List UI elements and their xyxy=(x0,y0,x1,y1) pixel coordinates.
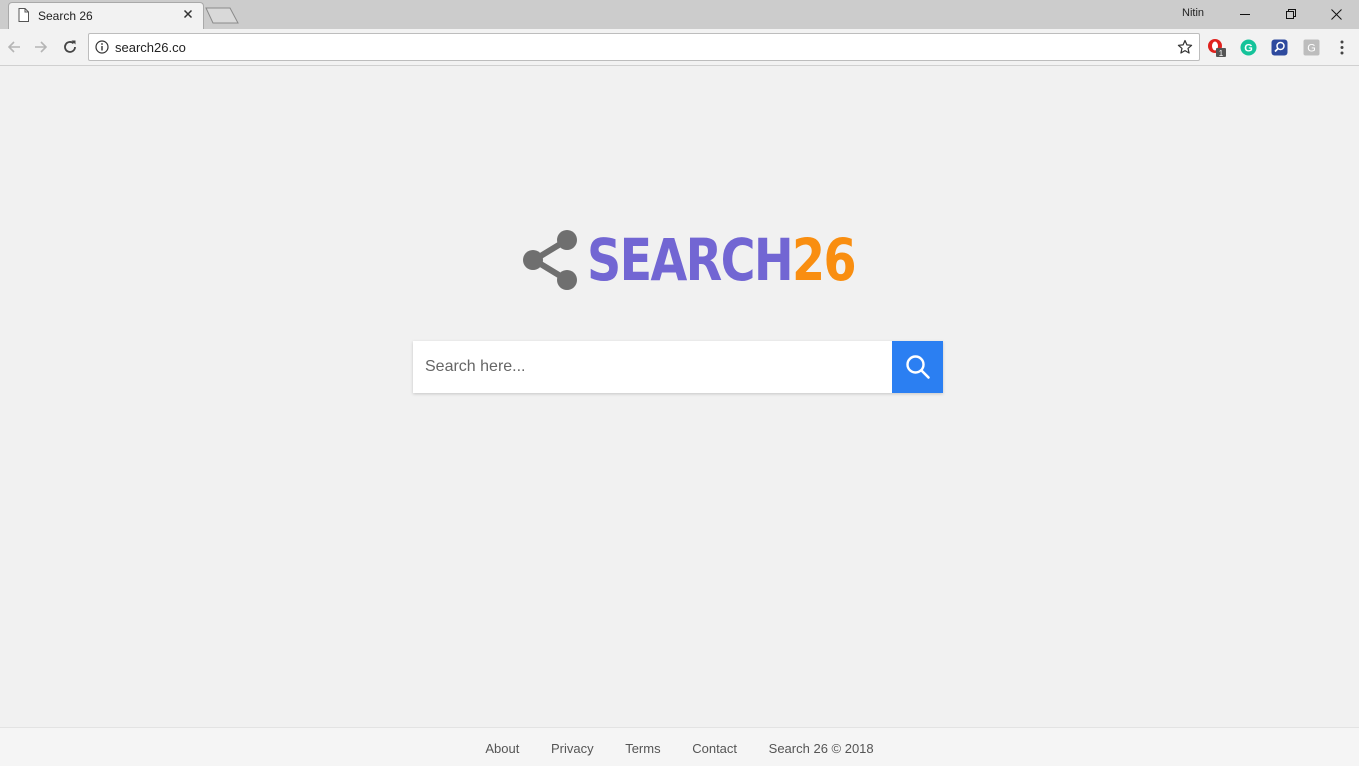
minimize-button[interactable] xyxy=(1222,0,1267,28)
search-icon xyxy=(905,355,930,379)
footer-link-privacy[interactable]: Privacy xyxy=(551,741,594,756)
forward-button[interactable] xyxy=(31,37,51,57)
reload-icon xyxy=(64,40,76,53)
site-logo: SEARCH26 xyxy=(521,224,857,296)
address-bar[interactable]: search26.co xyxy=(88,33,1200,61)
search-extension[interactable] xyxy=(1271,39,1288,56)
more-vert-icon[interactable] xyxy=(1334,39,1350,56)
close-icon[interactable] xyxy=(181,7,195,21)
footer-links: About Privacy Terms Contact Search 26 © … xyxy=(0,741,1359,756)
opera-icon: 1 xyxy=(1208,39,1226,58)
g-extension[interactable]: G xyxy=(1303,39,1320,56)
grammarly-label: G xyxy=(1244,43,1253,55)
share-icon xyxy=(523,230,577,290)
minimize-icon xyxy=(1239,14,1250,15)
search-form xyxy=(413,341,943,393)
footer-link-terms[interactable]: Terms xyxy=(625,741,660,756)
browser-tab[interactable]: Search 26 xyxy=(8,2,204,29)
arrow-left-icon xyxy=(7,41,20,53)
g-icon: G xyxy=(1303,39,1320,56)
magnifier-icon xyxy=(1271,39,1288,56)
url-text[interactable]: search26.co xyxy=(115,40,186,55)
search-button[interactable] xyxy=(892,341,943,393)
g-label: G xyxy=(1307,43,1316,55)
logo-word: SEARCH xyxy=(587,226,794,294)
grammarly-extension[interactable]: G xyxy=(1240,39,1257,56)
logo-text: SEARCH26 xyxy=(587,224,857,296)
page-icon xyxy=(18,8,29,22)
restore-icon xyxy=(1285,9,1296,19)
grammarly-icon: G xyxy=(1240,39,1257,56)
restore-button[interactable] xyxy=(1268,0,1313,28)
info-icon[interactable] xyxy=(95,40,109,54)
page-footer: About Privacy Terms Contact Search 26 © … xyxy=(0,727,1359,766)
arrow-right-icon xyxy=(35,41,48,53)
browser-toolbar: search26.co 1 G G xyxy=(0,29,1359,66)
opera-vpn-extension[interactable]: 1 xyxy=(1208,39,1226,58)
star-icon[interactable] xyxy=(1177,39,1193,55)
back-button[interactable] xyxy=(4,37,24,57)
search-input[interactable] xyxy=(413,341,892,393)
new-tab-button[interactable] xyxy=(205,7,239,24)
footer-link-about[interactable]: About xyxy=(485,741,519,756)
browser-titlebar: Search 26 Nitin xyxy=(0,0,1359,29)
footer-link-contact[interactable]: Contact xyxy=(692,741,737,756)
footer-copyright: Search 26 © 2018 xyxy=(768,741,874,756)
extension-badge: 1 xyxy=(1219,49,1224,58)
window-close-button[interactable] xyxy=(1314,0,1359,28)
logo-number: 26 xyxy=(792,226,857,294)
tab-title: Search 26 xyxy=(38,9,93,23)
close-icon xyxy=(1331,8,1342,20)
reload-button[interactable] xyxy=(60,37,80,57)
profile-name[interactable]: Nitin xyxy=(1180,7,1206,19)
